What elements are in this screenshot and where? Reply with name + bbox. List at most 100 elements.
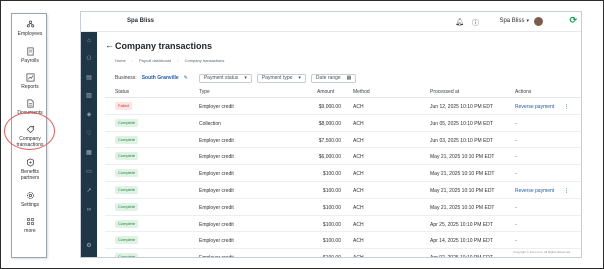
cell-processed-at: Jun 12, 2025 10:10 PM EDT [430,104,494,110]
avatar[interactable] [534,17,543,26]
menu-item-label: more [24,228,36,234]
trend-icon[interactable]: ↗ [85,187,93,195]
cell-type: Employer credit [199,238,234,245]
cell-action: - [515,238,517,245]
menu-item-benefits-partners[interactable]: Benefits partners [12,158,48,181]
cell-action: - [515,221,517,228]
cell-action: - [515,171,517,178]
chevron-down-icon: ▾ [244,75,247,81]
cell-action: - [515,120,517,127]
cell-amount: $100.00 [322,221,341,228]
business-name[interactable]: South Granville [142,75,179,81]
status-badge: Complete [115,118,139,127]
cell-type: Employer credit [199,255,234,257]
calendar-icon: ▦ [346,75,352,81]
app-window: ⌕ ⌂ ⚇ ▤ ▨ ◈ ♡ ▦ ▭ ↗ ∞ ⚙ Spa Bliss 🔔︎ ⓘ S… [80,11,582,258]
shield-icon [26,158,34,167]
cell-action: - [515,255,517,257]
heart-icon[interactable]: ♡ [85,130,93,138]
chart-icon[interactable]: ▨ [85,92,93,100]
status-badge: Complete [115,253,139,257]
status-badge: Complete [115,236,139,245]
cell-type: Employer credit [199,171,234,178]
cell-method: ACH [353,104,364,110]
status-badge: Complete [115,186,139,194]
top-bar: Spa Bliss 🔔︎ ⓘ Spa Bliss ▾ ⟳ [81,12,581,32]
cell-amount: $100.00 [315,255,341,257]
more-actions-icon[interactable]: ⋮ [564,188,569,194]
people-icon [26,20,34,28]
reverse-payment-link[interactable]: Reverse payment [515,188,554,194]
date-range-filter[interactable]: Date range ▦ [310,73,357,83]
file-icon[interactable]: ▭ [85,168,93,176]
copyright-text: Copyright © Zoom Inc. All Rights Reserve… [513,250,571,254]
bell-icon[interactable]: 🔔︎ [455,18,464,28]
status-badge: Failed [115,102,132,110]
gear-icon [26,192,34,199]
more-actions-icon[interactable]: ⋮ [564,104,569,110]
breadcrumb-home[interactable]: Home [115,58,126,63]
cell-processed-at: May 21, 2025 10:10 PM EDT [430,154,495,161]
reverse-payment-link[interactable]: Reverse payment [515,104,554,110]
cell-processed-at: May 21, 2025 10:10 PM EDT [430,204,495,211]
tag-icon [26,125,34,134]
payment-status-filter[interactable]: Payment status ▾ [198,73,252,83]
column-header-processed-at: Processed at [430,89,460,95]
company-switcher[interactable]: Spa Bliss ▾ [499,18,529,24]
column-header-type: Type [199,89,210,95]
document-icon[interactable]: ▤ [85,74,93,82]
breadcrumb-payroll-dashboard[interactable]: Payroll dashboard [139,58,171,63]
table-header: Status Type Amount Method Processed at A… [105,86,581,98]
link-icon[interactable]: ∞ [85,206,93,214]
menu-item-documents[interactable]: Documents [12,99,48,116]
menu-item-label: Payrolls [21,58,39,64]
brand-logo-icon: ⟳ [569,15,577,25]
cell-method: ACH [353,255,364,257]
cell-method: ACH [353,120,364,127]
payment-type-filter[interactable]: Payment type ▾ [256,73,306,83]
menu-item-label: partners [20,175,40,181]
cell-type: Employer credit [199,154,234,161]
menu-item-label: Employees [17,31,43,37]
cell-method: ACH [353,221,364,228]
chart-icon [26,73,34,82]
cell-processed-at: Jun 05, 2025 10:10 PM EDT [430,120,494,127]
home-icon[interactable]: ⌂ [85,37,93,45]
column-header-amount: Amount [317,89,335,95]
grid-icon [26,217,34,226]
menu-item-settings[interactable]: Settings [12,191,48,208]
cell-amount: $100.00 [322,171,341,178]
tag-icon[interactable]: ◈ [85,111,93,119]
help-icon[interactable]: ⓘ [472,18,479,28]
edit-icon[interactable]: ✎ [184,75,188,81]
breadcrumb-current: Company transactions [184,58,225,63]
menu-item-label: transactions [16,142,44,148]
cell-amount: $100.00 [322,204,341,211]
column-header-status: Status [115,89,130,95]
table-row: Complete Collection $8,000.00 ACH Jun 05, 20… [105,115,581,132]
menu-item-company-transactions[interactable]: Company transactions [12,125,48,148]
menu-item-more[interactable]: more [12,217,48,234]
status-badge: Complete [115,152,139,161]
menu-item-payrolls[interactable]: Payrolls [12,47,48,64]
table-row: Complete Employer credit $100.00 ACH Apr 02,… [105,249,581,257]
menu-item-employees[interactable]: Employees [12,20,48,37]
cell-type: Employer credit [199,204,234,211]
table-row: Complete Employer credit $100.00 ACH Apr 25,… [105,216,581,233]
gear-icon[interactable]: ⚙ [85,242,93,250]
status-badge: Complete [115,135,139,144]
page-title: Company transactions [115,41,213,51]
menu-item-reports[interactable]: Reports [12,73,48,90]
back-arrow-icon[interactable]: ← [105,40,114,50]
cell-processed-at: Apr 02, 2025 10:10 PM EDT [430,255,493,257]
cell-processed-at: May 21, 2025 10:10 PM EDT [430,188,495,194]
menu-item-label: Reports [21,84,39,90]
company-switcher-label: Spa Bliss [499,18,525,24]
status-badge: Complete [115,219,139,228]
cell-processed-at: Jun 03, 2025 10:10 PM EDT [430,137,494,144]
people-icon[interactable]: ⚇ [85,55,93,63]
calendar-icon[interactable]: ▦ [85,149,93,157]
table-row: Complete Employer credit $100.00 ACH May 21,… [105,199,581,216]
table-row: Complete Employer credit $6,000.00 ACH May 2… [105,148,581,166]
cell-amount: $9,000.00 [318,104,341,110]
